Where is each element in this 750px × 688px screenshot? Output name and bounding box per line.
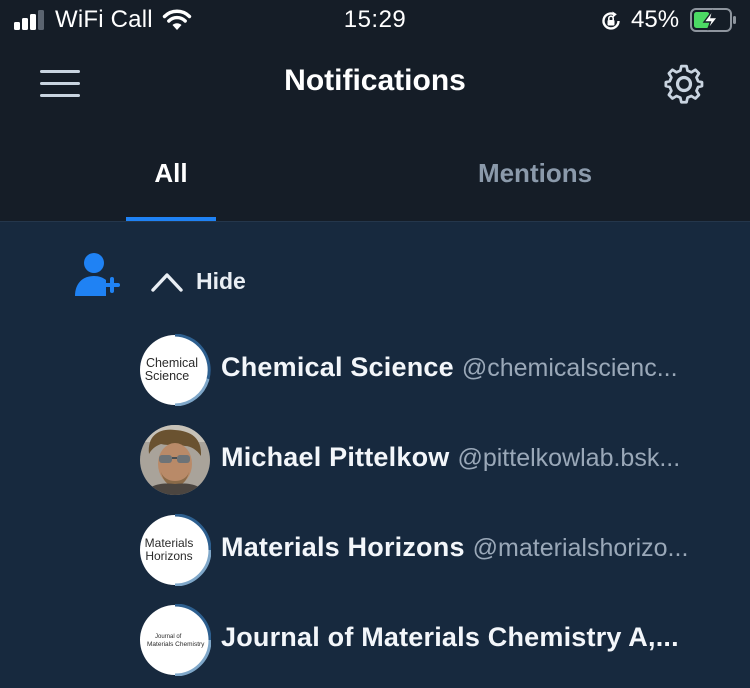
settings-button[interactable] [662, 62, 706, 106]
user-name: Materials Horizons [221, 532, 465, 562]
page-title: Notifications [284, 64, 466, 97]
list-item[interactable]: Materials Horizons Materials Horizons @ma… [139, 513, 750, 587]
user-text: Michael Pittelkow @pittelkowlab.bsk... [221, 442, 721, 473]
person-add-icon [74, 250, 122, 303]
status-bar: WiFi Call 15:29 45% [0, 0, 750, 42]
svg-text:Chemical: Chemical [146, 356, 198, 370]
user-text: Chemical Science @chemicalscienc... [221, 352, 721, 383]
svg-text:Materials Chemistry: Materials Chemistry [147, 641, 205, 648]
battery-percent: 45% [631, 6, 680, 33]
battery-charging-icon [690, 8, 738, 37]
svg-text:Science: Science [145, 369, 190, 383]
user-text: Journal of Materials Chemistry A,... [221, 622, 721, 653]
tab-mentions[interactable]: Mentions [450, 158, 620, 189]
user-handle: @pittelkowlab.bsk... [457, 444, 681, 472]
user-handle: @chemicalscienc... [461, 354, 678, 382]
gear-icon [664, 64, 704, 104]
list-item[interactable]: Journal of Materials Chemistry Journal o… [139, 603, 750, 677]
svg-text:Horizons: Horizons [145, 549, 192, 563]
top-bar: WiFi Call 15:29 45% Notifications All Me… [0, 0, 750, 222]
hide-label: Hide [196, 268, 246, 294]
rotation-lock-icon [600, 10, 622, 37]
avatar: Journal of Materials Chemistry [139, 603, 212, 677]
tab-all[interactable]: All [126, 158, 216, 189]
user-handle: @materialshorizo... [472, 534, 689, 562]
list-item[interactable]: Chemical Science Chemical Science @chemic… [139, 333, 750, 407]
avatar: Materials Horizons [139, 513, 212, 587]
divider [0, 221, 750, 222]
user-name: Chemical Science [221, 352, 454, 382]
user-text: Materials Horizons @materialshorizo... [221, 532, 721, 563]
avatar: Chemical Science [139, 333, 211, 407]
chevron-up-icon [150, 268, 184, 299]
list-item[interactable]: Michael Pittelkow @pittelkowlab.bsk... [139, 424, 750, 496]
avatar [139, 424, 211, 496]
user-name: Journal of Materials Chemistry A,... [221, 622, 679, 652]
svg-text:Materials: Materials [145, 536, 194, 550]
svg-text:Journal of: Journal of [155, 634, 182, 640]
user-name: Michael Pittelkow [221, 442, 450, 472]
